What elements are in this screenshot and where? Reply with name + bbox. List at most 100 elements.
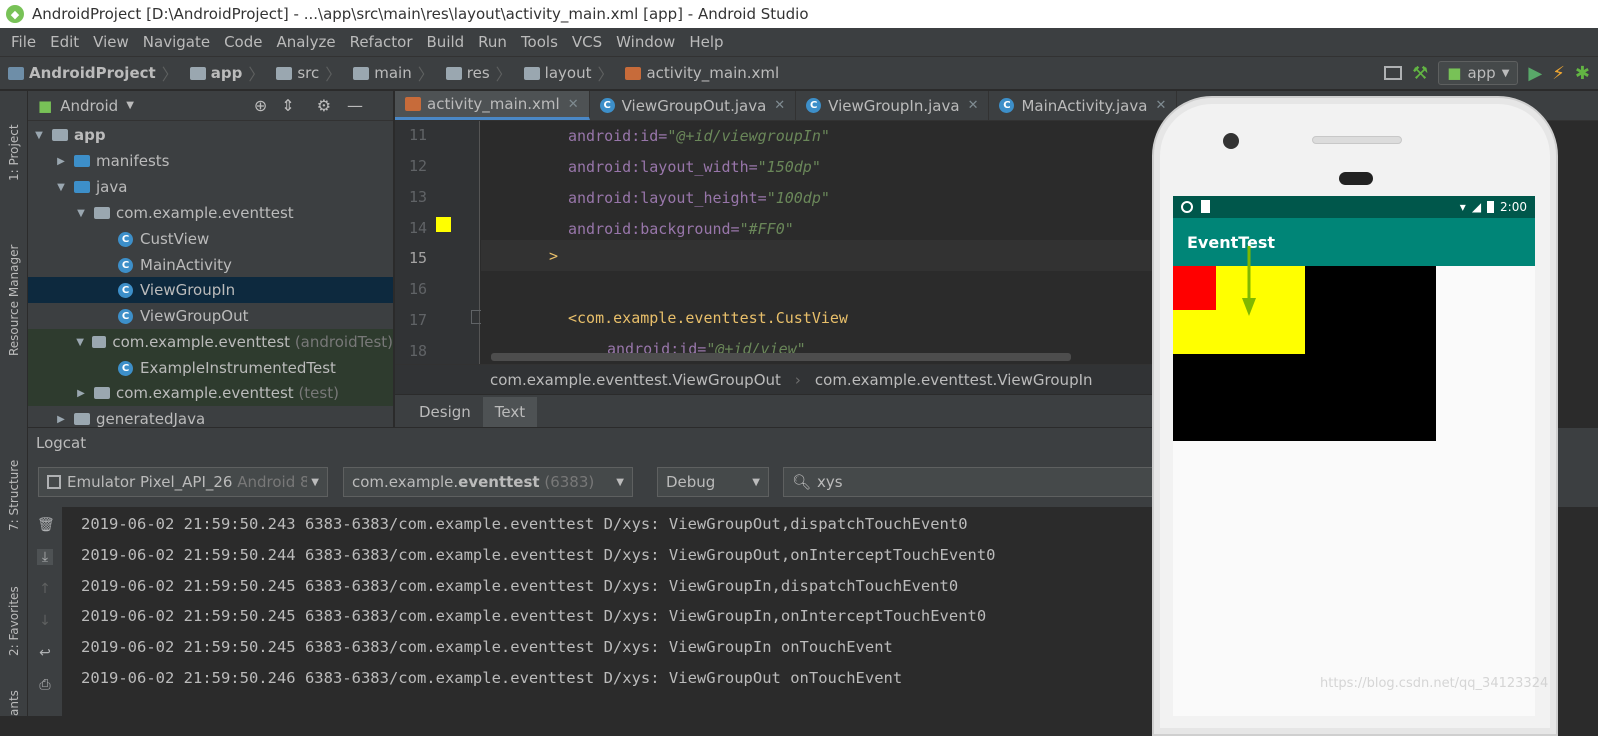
locate-icon[interactable]: ⊕ <box>254 96 267 115</box>
tab-resource-manager[interactable]: Resource Manager <box>0 221 28 356</box>
menu-code[interactable]: Code <box>217 33 269 51</box>
tree-item-package[interactable]: ▼ com.example.eventtest <box>28 200 393 226</box>
run-configuration-select[interactable]: ■ app ▼ <box>1438 61 1519 85</box>
device-select[interactable]: Emulator Pixel_API_26 Android 8 ▼ <box>38 467 328 497</box>
up-arrow-icon[interactable]: ↑ <box>37 581 53 597</box>
tree-item-app[interactable]: ▼ app <box>28 122 393 148</box>
scroll-to-end-icon[interactable]: ⤓ <box>37 549 53 565</box>
tab-design[interactable]: Design <box>407 397 483 427</box>
close-icon[interactable]: ✕ <box>968 98 979 113</box>
class-icon: C <box>999 98 1015 113</box>
line-number: 16 <box>408 280 427 298</box>
cust-view[interactable] <box>1173 266 1216 310</box>
collapsed-arrow-icon[interactable]: ▶ <box>54 414 68 425</box>
menu-navigate[interactable]: Navigate <box>136 33 217 51</box>
menu-help[interactable]: Help <box>682 33 730 51</box>
apply-changes-icon[interactable]: ⚡ <box>1552 63 1565 84</box>
tab-build-variants[interactable]: ants <box>0 676 28 716</box>
tree-item-exampleinstrumentedtest[interactable]: C ExampleInstrumentedTest <box>28 355 393 381</box>
folder-icon <box>74 413 90 425</box>
emulator-screen[interactable]: ▾ ◢ 2:00 EventTest <box>1173 196 1535 716</box>
print-icon[interactable]: ⎙ <box>37 677 53 693</box>
tree-item-custview[interactable]: C CustView <box>28 226 393 252</box>
log-level-select[interactable]: Debug ▼ <box>657 467 769 497</box>
close-icon[interactable]: ✕ <box>1155 98 1166 113</box>
close-icon[interactable]: ✕ <box>568 97 579 112</box>
breadcrumb-main[interactable]: main 〉 <box>345 61 438 85</box>
tab-mainactivity[interactable]: C MainActivity.java ✕ <box>989 91 1178 120</box>
expanded-arrow-icon[interactable]: ▼ <box>32 130 46 141</box>
module-icon <box>189 66 206 80</box>
expanded-arrow-icon[interactable]: ▼ <box>74 337 86 348</box>
menu-refactor[interactable]: Refactor <box>343 33 420 51</box>
tree-item-test-package[interactable]: ▶ com.example.eventtest (test) <box>28 380 393 406</box>
xml-file-icon <box>405 97 421 111</box>
xml-crumb-viewgroupin[interactable]: com.example.eventtest.ViewGroupIn <box>815 371 1093 389</box>
gear-icon[interactable]: ⚙ <box>317 96 331 115</box>
folder-icon <box>523 66 540 80</box>
collapse-all-icon[interactable]: ⇕ <box>281 96 294 115</box>
device-icon <box>47 475 61 489</box>
project-view-select[interactable]: Android <box>60 97 118 115</box>
viewgroup-out[interactable] <box>1173 266 1436 441</box>
breadcrumb-project[interactable]: AndroidProject 〉 <box>0 61 182 85</box>
breadcrumb-res[interactable]: res 〉 <box>438 61 516 85</box>
tab-project[interactable]: 1: Project <box>0 101 28 181</box>
menu-window[interactable]: Window <box>609 33 682 51</box>
log-line: 2019-06-02 21:59:50.245 6383-6383/com.ex… <box>81 577 959 595</box>
tab-viewgroupin[interactable]: C ViewGroupIn.java ✕ <box>796 91 990 120</box>
window-title: AndroidProject [D:\AndroidProject] - ...… <box>32 5 809 23</box>
menu-build[interactable]: Build <box>420 33 472 51</box>
tree-item-java[interactable]: ▼ java <box>28 174 393 200</box>
debug-icon[interactable]: ✱ <box>1575 63 1590 84</box>
logcat-title: Logcat <box>36 433 87 452</box>
tab-favorites[interactable]: 2: Favorites <box>0 556 28 656</box>
layout-preview-icon[interactable] <box>1384 66 1403 80</box>
trash-icon[interactable]: 🗑︎ <box>37 517 55 533</box>
tab-structure[interactable]: 7: Structure <box>0 431 28 531</box>
close-icon[interactable]: ✕ <box>774 98 785 113</box>
menu-view[interactable]: View <box>86 33 136 51</box>
soft-wrap-icon[interactable]: ↩ <box>37 645 53 661</box>
breadcrumb-layout[interactable]: layout 〉 <box>516 61 618 85</box>
menu-run[interactable]: Run <box>471 33 514 51</box>
menu-edit[interactable]: Edit <box>43 33 86 51</box>
tab-viewgroupout[interactable]: C ViewGroupOut.java ✕ <box>590 91 797 120</box>
breadcrumb-src[interactable]: src 〉 <box>268 61 345 85</box>
sd-card-icon <box>1201 200 1210 213</box>
chevron-right-icon: › <box>794 370 801 389</box>
tree-item-mainactivity[interactable]: C MainActivity <box>28 252 393 278</box>
expanded-arrow-icon[interactable]: ▼ <box>74 208 88 219</box>
collapsed-arrow-icon[interactable]: ▶ <box>74 388 88 399</box>
tree-item-viewgroupin[interactable]: C ViewGroupIn <box>28 277 393 303</box>
run-icon[interactable]: ▶ <box>1528 63 1542 84</box>
tree-item-generatedjava[interactable]: ▶ generatedJava <box>28 406 393 427</box>
log-search-input[interactable]: 🔍︎ xys <box>783 467 1183 497</box>
menu-file[interactable]: File <box>4 33 43 51</box>
color-swatch-icon[interactable] <box>436 217 451 232</box>
horizontal-scrollbar[interactable] <box>491 353 1071 361</box>
hide-icon[interactable]: — <box>347 96 363 115</box>
breadcrumb-app[interactable]: app 〉 <box>182 61 269 85</box>
chevron-down-icon[interactable]: ▼ <box>126 100 134 111</box>
tab-activity-main[interactable]: activity_main.xml ✕ <box>395 91 590 120</box>
down-arrow-icon[interactable]: ↓ <box>37 613 53 629</box>
tree-item-androidtest-package[interactable]: ▼ com.example.eventtest (androidTest) <box>28 329 393 355</box>
tab-text[interactable]: Text <box>482 397 538 427</box>
tree-item-manifests[interactable]: ▶ manifests <box>28 148 393 174</box>
logcat-side-toolbar: 🗑︎ ⤓ ↑ ↓ ↩ ⎙ <box>28 507 62 716</box>
menu-bar: File Edit View Navigate Code Analyze Ref… <box>0 28 1598 56</box>
menu-tools[interactable]: Tools <box>514 33 565 51</box>
menu-vcs[interactable]: VCS <box>565 33 609 51</box>
collapsed-arrow-icon[interactable]: ▶ <box>54 156 68 167</box>
breadcrumb-file[interactable]: activity_main.xml <box>617 64 783 82</box>
left-tool-strip: 1: Project Resource Manager 7: Structure… <box>0 91 28 716</box>
menu-analyze[interactable]: Analyze <box>269 33 342 51</box>
folder-icon <box>353 66 370 80</box>
code-editor[interactable]: android:id="@+id/viewgroupIn" android:la… <box>481 121 1181 364</box>
expanded-arrow-icon[interactable]: ▼ <box>54 182 68 193</box>
tree-item-viewgroupout[interactable]: C ViewGroupOut <box>28 303 393 329</box>
process-select[interactable]: com.example. eventtest (6383) ▼ <box>343 467 633 497</box>
xml-crumb-viewgroupout[interactable]: com.example.eventtest.ViewGroupOut <box>490 371 781 389</box>
build-hammer-icon[interactable]: ⚒ <box>1412 63 1428 84</box>
